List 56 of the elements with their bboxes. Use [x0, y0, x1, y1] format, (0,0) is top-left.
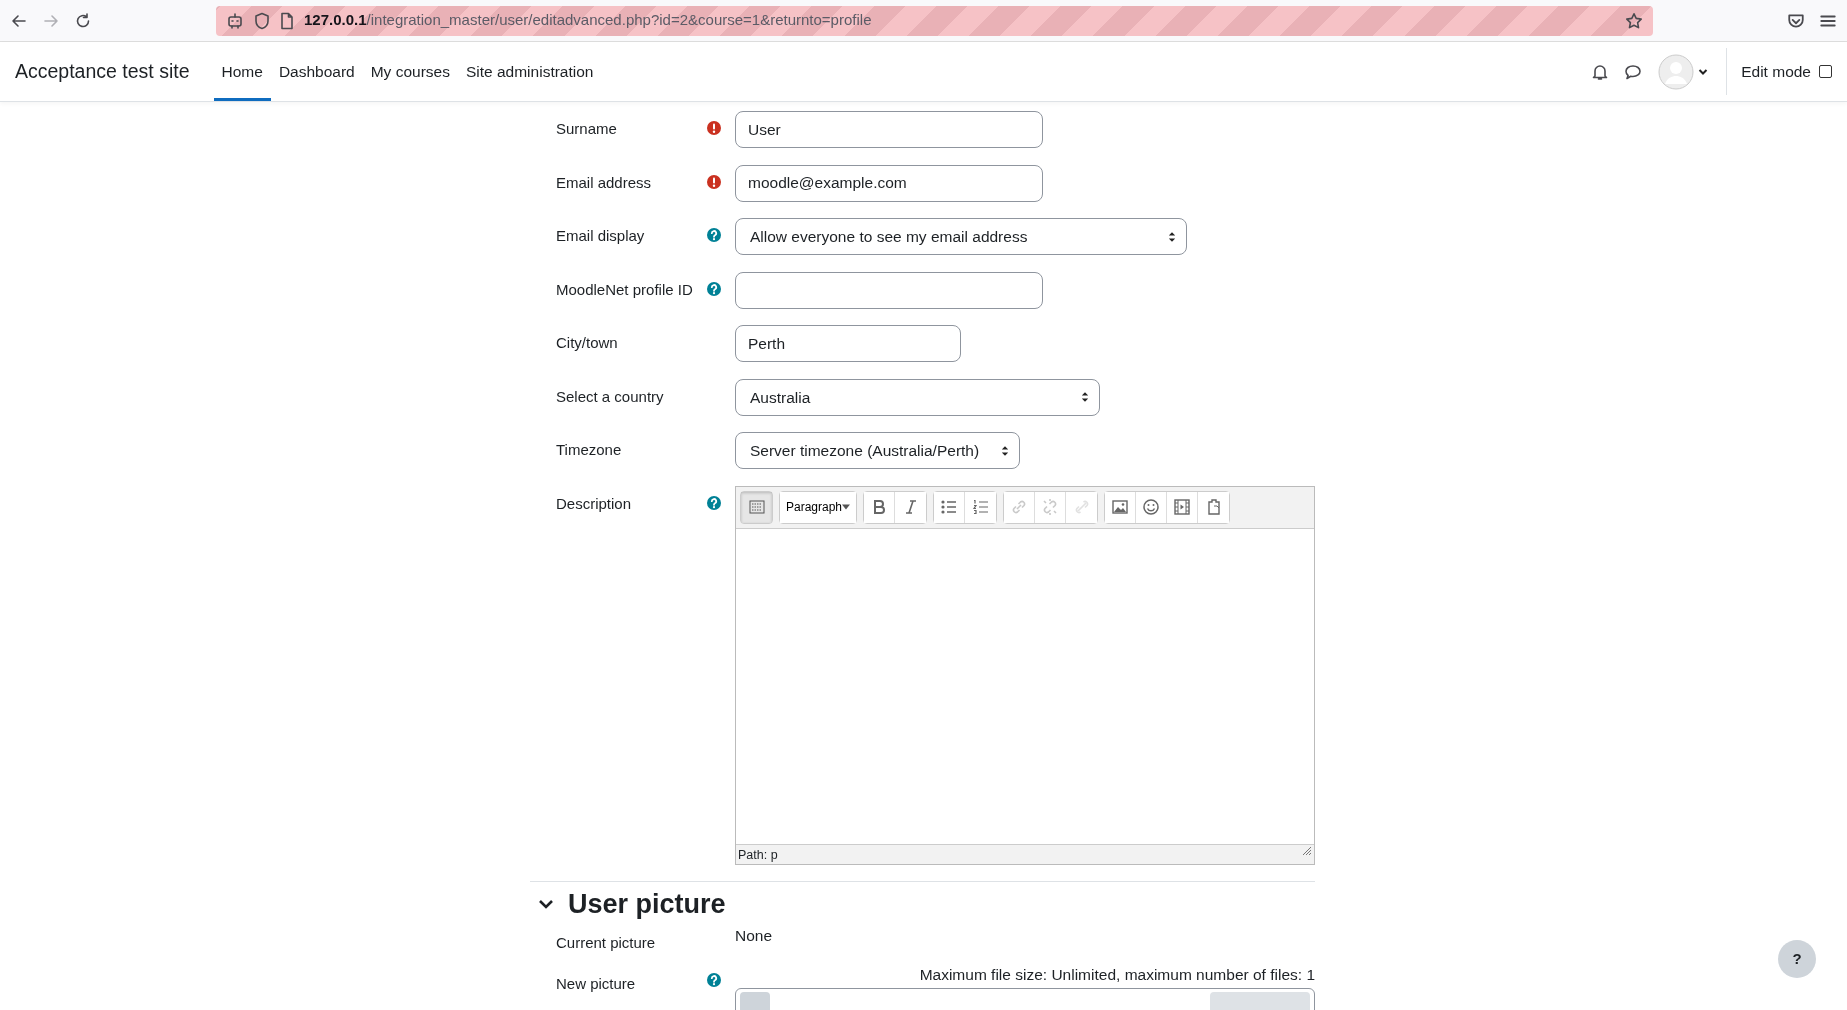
file-limit-note: Maximum file size: Unlimited, maximum number of files: 1 [918, 964, 1315, 985]
smiley-icon [1141, 497, 1161, 517]
bell-icon[interactable] [1592, 62, 1609, 81]
star-icon[interactable] [1625, 11, 1643, 30]
input-field[interactable]: moodle@example.com [735, 164, 1043, 202]
format-dropdown[interactable]: Paragraph [780, 491, 856, 523]
section-heading: User picture [568, 888, 726, 921]
nav-link[interactable]: Site administration [457, 42, 602, 101]
field-label: MoodleNet profile ID [556, 279, 694, 300]
help-icon[interactable] [706, 280, 722, 297]
reload-icon[interactable] [74, 11, 92, 30]
field-label: Email address [556, 172, 653, 193]
edit-mode-checkbox[interactable] [1819, 65, 1832, 78]
nav-link[interactable]: Dashboard [270, 42, 363, 101]
rich-text-editor[interactable]: Paragraph Path: p [735, 485, 1315, 865]
film-icon [1172, 497, 1192, 517]
chat-bubble-icon[interactable] [1624, 63, 1643, 80]
page-icon[interactable] [280, 11, 294, 30]
field-label: City/town [556, 333, 619, 353]
field-label: Email display [556, 226, 646, 246]
select-field[interactable]: Allow everyone to see my email address [735, 218, 1187, 255]
input-field[interactable] [735, 271, 1043, 309]
nav-link[interactable]: My courses [362, 42, 458, 101]
caret-icon[interactable] [1698, 67, 1709, 76]
numbered-list-icon [970, 497, 991, 517]
edit-mode-label: Edit mode [1741, 61, 1811, 82]
resize-grip-icon[interactable] [1302, 845, 1312, 856]
image-icon [1110, 497, 1130, 517]
file-picker[interactable] [735, 988, 1315, 1010]
nav-link[interactable]: Home [213, 42, 271, 101]
input-field[interactable]: Perth [735, 325, 961, 362]
help-icon[interactable] [706, 227, 722, 243]
toolbar-toggle-icon [746, 497, 767, 517]
pocket-icon[interactable] [1787, 11, 1805, 30]
field-label: New picture [556, 973, 637, 994]
site-name[interactable]: Acceptance test site [15, 56, 190, 87]
help-button[interactable]: ? [1778, 940, 1816, 978]
input-field[interactable]: User [735, 111, 1043, 148]
field-label: Description [556, 493, 633, 514]
help-icon[interactable] [706, 494, 722, 511]
toolbar-button[interactable] [864, 491, 895, 523]
field-label: Select a country [556, 386, 665, 407]
field-label: Surname [556, 119, 618, 139]
select-field[interactable]: Australia [735, 378, 1100, 416]
view-toggle[interactable] [1210, 992, 1310, 1010]
robot-icon [226, 11, 244, 30]
field-label: Current picture [556, 933, 657, 954]
editor-path-text: Path: p [738, 846, 778, 863]
field-label: Timezone [556, 440, 623, 460]
toolbar-button[interactable] [934, 491, 965, 523]
help-icon[interactable] [706, 971, 722, 988]
select-field[interactable]: Server timezone (Australia/Perth) [735, 432, 1020, 469]
toolbar-button[interactable] [1105, 491, 1136, 523]
shield-icon[interactable] [254, 11, 270, 30]
field-value: None [735, 926, 773, 947]
caret-icon [842, 504, 850, 510]
